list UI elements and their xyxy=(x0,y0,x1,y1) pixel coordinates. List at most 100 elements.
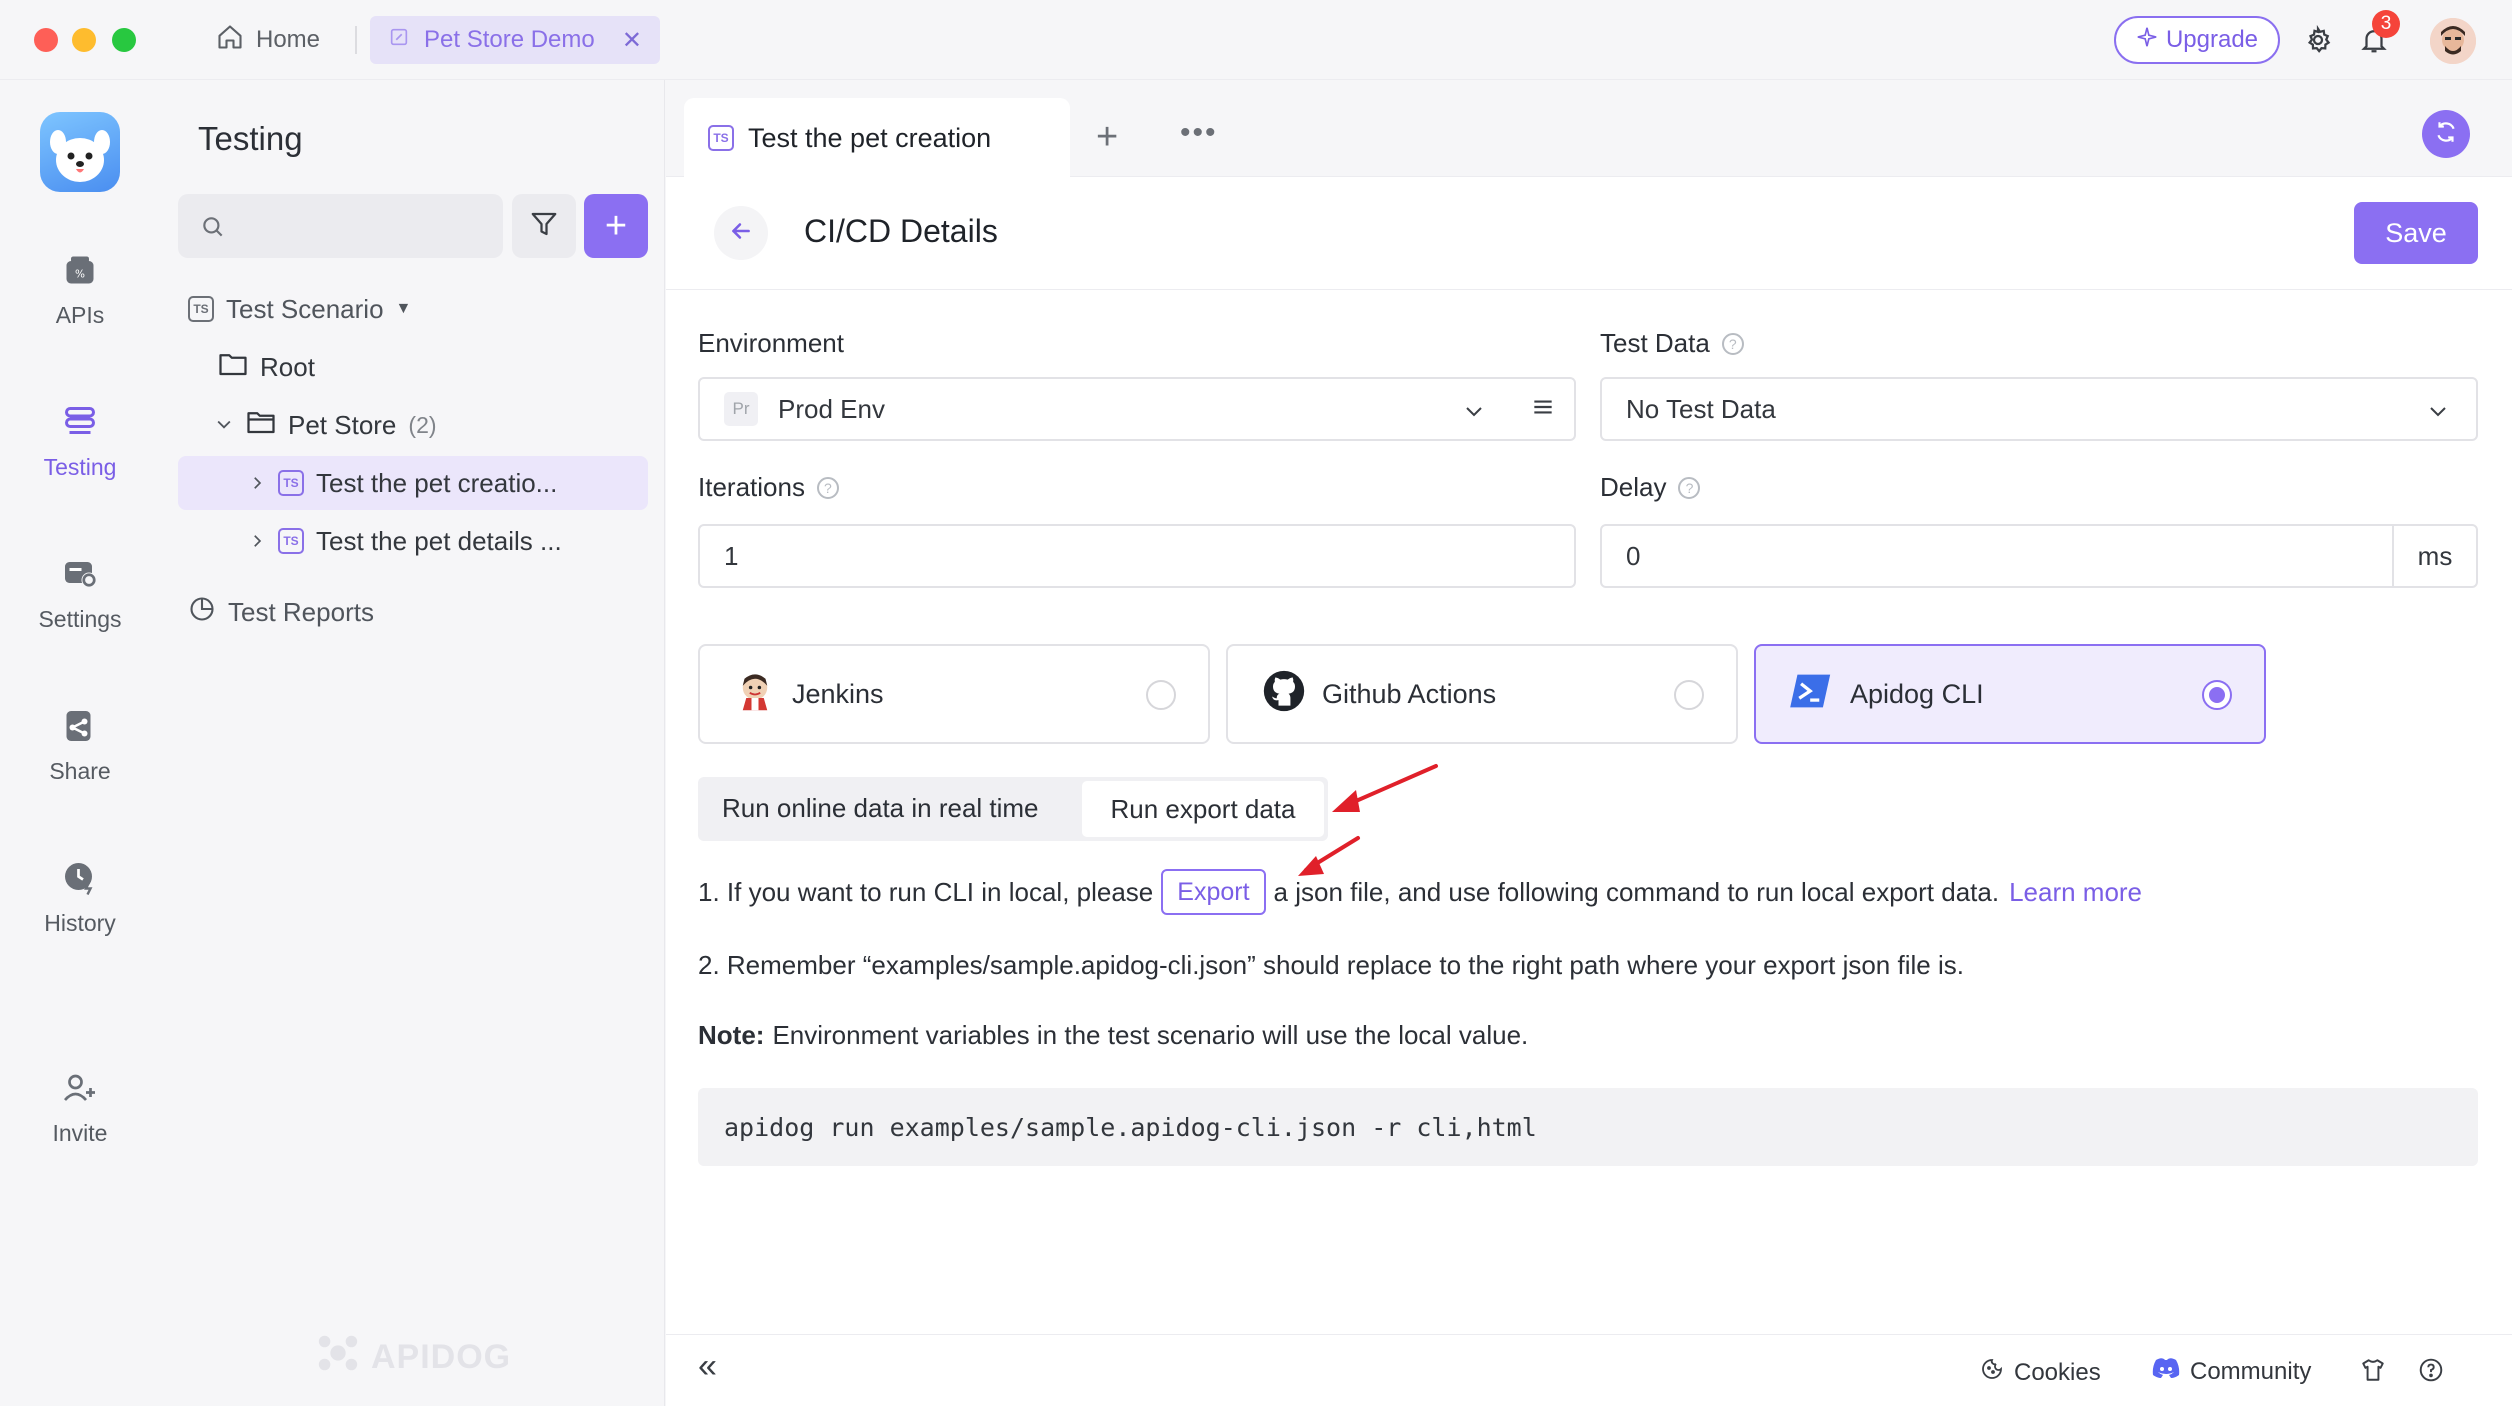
ci-option-jenkins[interactable]: Jenkins xyxy=(698,644,1210,744)
help-icon[interactable]: ? xyxy=(1678,476,1701,499)
home-icon xyxy=(216,23,244,58)
tree-scenario-root[interactable]: TS Test Scenario ▼ xyxy=(188,282,648,336)
ci-label-github: Github Actions xyxy=(1322,678,1497,709)
note-label: Note: xyxy=(698,1019,765,1050)
iterations-value: 1 xyxy=(724,540,739,571)
iterations-label: Iterations ? xyxy=(698,472,839,503)
tree-test-reports[interactable]: Test Reports xyxy=(188,585,374,639)
instruction-2-text: 2. Remember “examples/sample.apidog-cli.… xyxy=(698,949,1964,980)
notification-badge: 3 xyxy=(2372,10,2400,38)
footer-bar: « Cookies Community xyxy=(666,1334,2512,1406)
cli-command-block[interactable]: apidog run examples/sample.apidog-cli.js… xyxy=(698,1088,2478,1166)
environment-select[interactable]: Pr Prod Env xyxy=(698,377,1514,441)
ci-label-apidog-cli: Apidog CLI xyxy=(1850,678,1984,709)
run-export-option[interactable]: Run export data xyxy=(1082,781,1324,837)
app-logo[interactable] xyxy=(40,112,120,192)
iterations-label-text: Iterations xyxy=(698,472,805,502)
settings-icon xyxy=(60,554,100,594)
delay-label: Delay ? xyxy=(1600,472,1701,503)
cookie-icon xyxy=(1980,1357,2004,1388)
shirt-icon[interactable] xyxy=(2360,1357,2386,1383)
home-tab[interactable]: Home xyxy=(216,20,320,60)
tab-test-the-pet-creation[interactable]: TS Test the pet creation xyxy=(684,98,1070,178)
chevron-right-icon[interactable] xyxy=(248,526,266,557)
rail-item-invite[interactable]: Invite xyxy=(0,1068,160,1147)
rail-label-invite: Invite xyxy=(52,1120,108,1146)
more-tabs-button[interactable]: ••• xyxy=(1180,116,1218,150)
new-tab-button[interactable]: + xyxy=(1096,118,1118,156)
scenario-icon: TS xyxy=(278,470,304,496)
test-data-label: Test Data ? xyxy=(1600,328,1744,359)
minimize-window-button[interactable] xyxy=(72,28,96,52)
tree-panel: Testing + TS Test Scenario ▼ Root Pet St… xyxy=(160,80,665,1406)
close-window-button[interactable] xyxy=(34,28,58,52)
back-button[interactable] xyxy=(714,206,768,260)
collapse-sidebar-button[interactable]: « xyxy=(698,1347,717,1386)
tree-title: Testing xyxy=(198,120,303,157)
learn-more-link[interactable]: Learn more xyxy=(2009,877,2142,908)
chevron-down-icon xyxy=(1462,399,1486,430)
jenkins-icon xyxy=(734,670,776,719)
community-button[interactable]: Community xyxy=(2152,1357,2311,1386)
rail-item-settings[interactable]: Settings xyxy=(0,554,160,633)
cookies-button[interactable]: Cookies xyxy=(1980,1357,2101,1388)
tree-item-label: Test the pet creatio... xyxy=(316,467,558,498)
tree-item[interactable]: TS Test the pet details ... xyxy=(178,514,648,568)
radio-jenkins[interactable] xyxy=(1146,680,1176,710)
delay-input[interactable]: 0 ms xyxy=(1600,524,2478,588)
tree-folder-pet-store[interactable]: Pet Store (2) xyxy=(214,398,437,452)
github-icon xyxy=(1262,669,1306,720)
help-icon[interactable]: ? xyxy=(816,476,839,499)
history-icon xyxy=(60,858,100,898)
project-tab[interactable]: Pet Store Demo ✕ xyxy=(370,16,660,64)
radio-apidog-cli[interactable] xyxy=(2202,680,2232,710)
rail-label-share: Share xyxy=(49,758,111,784)
rail-item-testing[interactable]: Testing xyxy=(0,402,160,481)
help-circle-icon[interactable] xyxy=(2418,1357,2444,1383)
ci-option-apidog-cli[interactable]: Apidog CLI xyxy=(1754,644,2266,744)
test-data-select[interactable]: No Test Data xyxy=(1600,377,2478,441)
add-button[interactable]: + xyxy=(584,194,648,258)
rail-label-testing: Testing xyxy=(43,454,117,480)
delay-value: 0 xyxy=(1626,540,1641,571)
folder-label: Pet Store xyxy=(288,409,397,440)
filter-button[interactable] xyxy=(512,194,576,258)
export-button[interactable]: Export xyxy=(1161,869,1266,915)
delay-unit: ms xyxy=(2392,526,2476,586)
close-tab-icon[interactable]: ✕ xyxy=(622,26,642,55)
ci-option-github-actions[interactable]: Github Actions xyxy=(1226,644,1738,744)
radio-github-actions[interactable] xyxy=(1674,680,1704,710)
chevron-right-icon[interactable] xyxy=(248,468,266,499)
tab-label: Test the pet creation xyxy=(748,122,992,153)
folder-count: (2) xyxy=(408,411,437,438)
gear-icon[interactable] xyxy=(2300,22,2336,58)
apidog-watermark: APIDOG xyxy=(315,1330,511,1385)
instruction-1-suffix: a json file, and use following command t… xyxy=(1273,876,2000,907)
iterations-input[interactable]: 1 xyxy=(698,524,1576,588)
rail-item-history[interactable]: History xyxy=(0,858,160,937)
title-bar: Home Pet Store Demo ✕ Upgrade 3 xyxy=(0,0,2512,80)
chevron-down-icon[interactable] xyxy=(214,410,234,441)
tree-item-selected[interactable]: TS Test the pet creatio... xyxy=(178,456,648,510)
avatar[interactable] xyxy=(2430,18,2476,64)
scenario-icon: TS xyxy=(188,296,214,322)
rail-item-apis[interactable]: % APIs xyxy=(0,250,160,329)
cli-command: apidog run examples/sample.apidog-cli.js… xyxy=(724,1112,1537,1142)
maximize-window-button[interactable] xyxy=(112,28,136,52)
tree-search-input[interactable] xyxy=(178,194,503,258)
home-tab-label: Home xyxy=(256,26,321,53)
watermark-label: APIDOG xyxy=(371,1338,512,1376)
run-online-option[interactable]: Run online data in real time xyxy=(722,793,1039,824)
environment-manage-button[interactable] xyxy=(1512,377,1576,441)
tree-root[interactable]: Root xyxy=(218,340,315,394)
delay-label-text: Delay xyxy=(1600,472,1667,502)
tree-item-label: Test the pet details ... xyxy=(316,525,562,556)
save-button[interactable]: Save xyxy=(2354,202,2478,264)
sync-button[interactable] xyxy=(2422,110,2470,158)
upgrade-button[interactable]: Upgrade xyxy=(2114,16,2280,64)
environment-value: Prod Env xyxy=(778,393,885,424)
help-icon[interactable]: ? xyxy=(1721,332,1744,355)
rail-item-share[interactable]: Share xyxy=(0,706,160,785)
svg-text:%: % xyxy=(75,269,85,281)
caret-down-icon[interactable]: ▼ xyxy=(396,300,412,318)
